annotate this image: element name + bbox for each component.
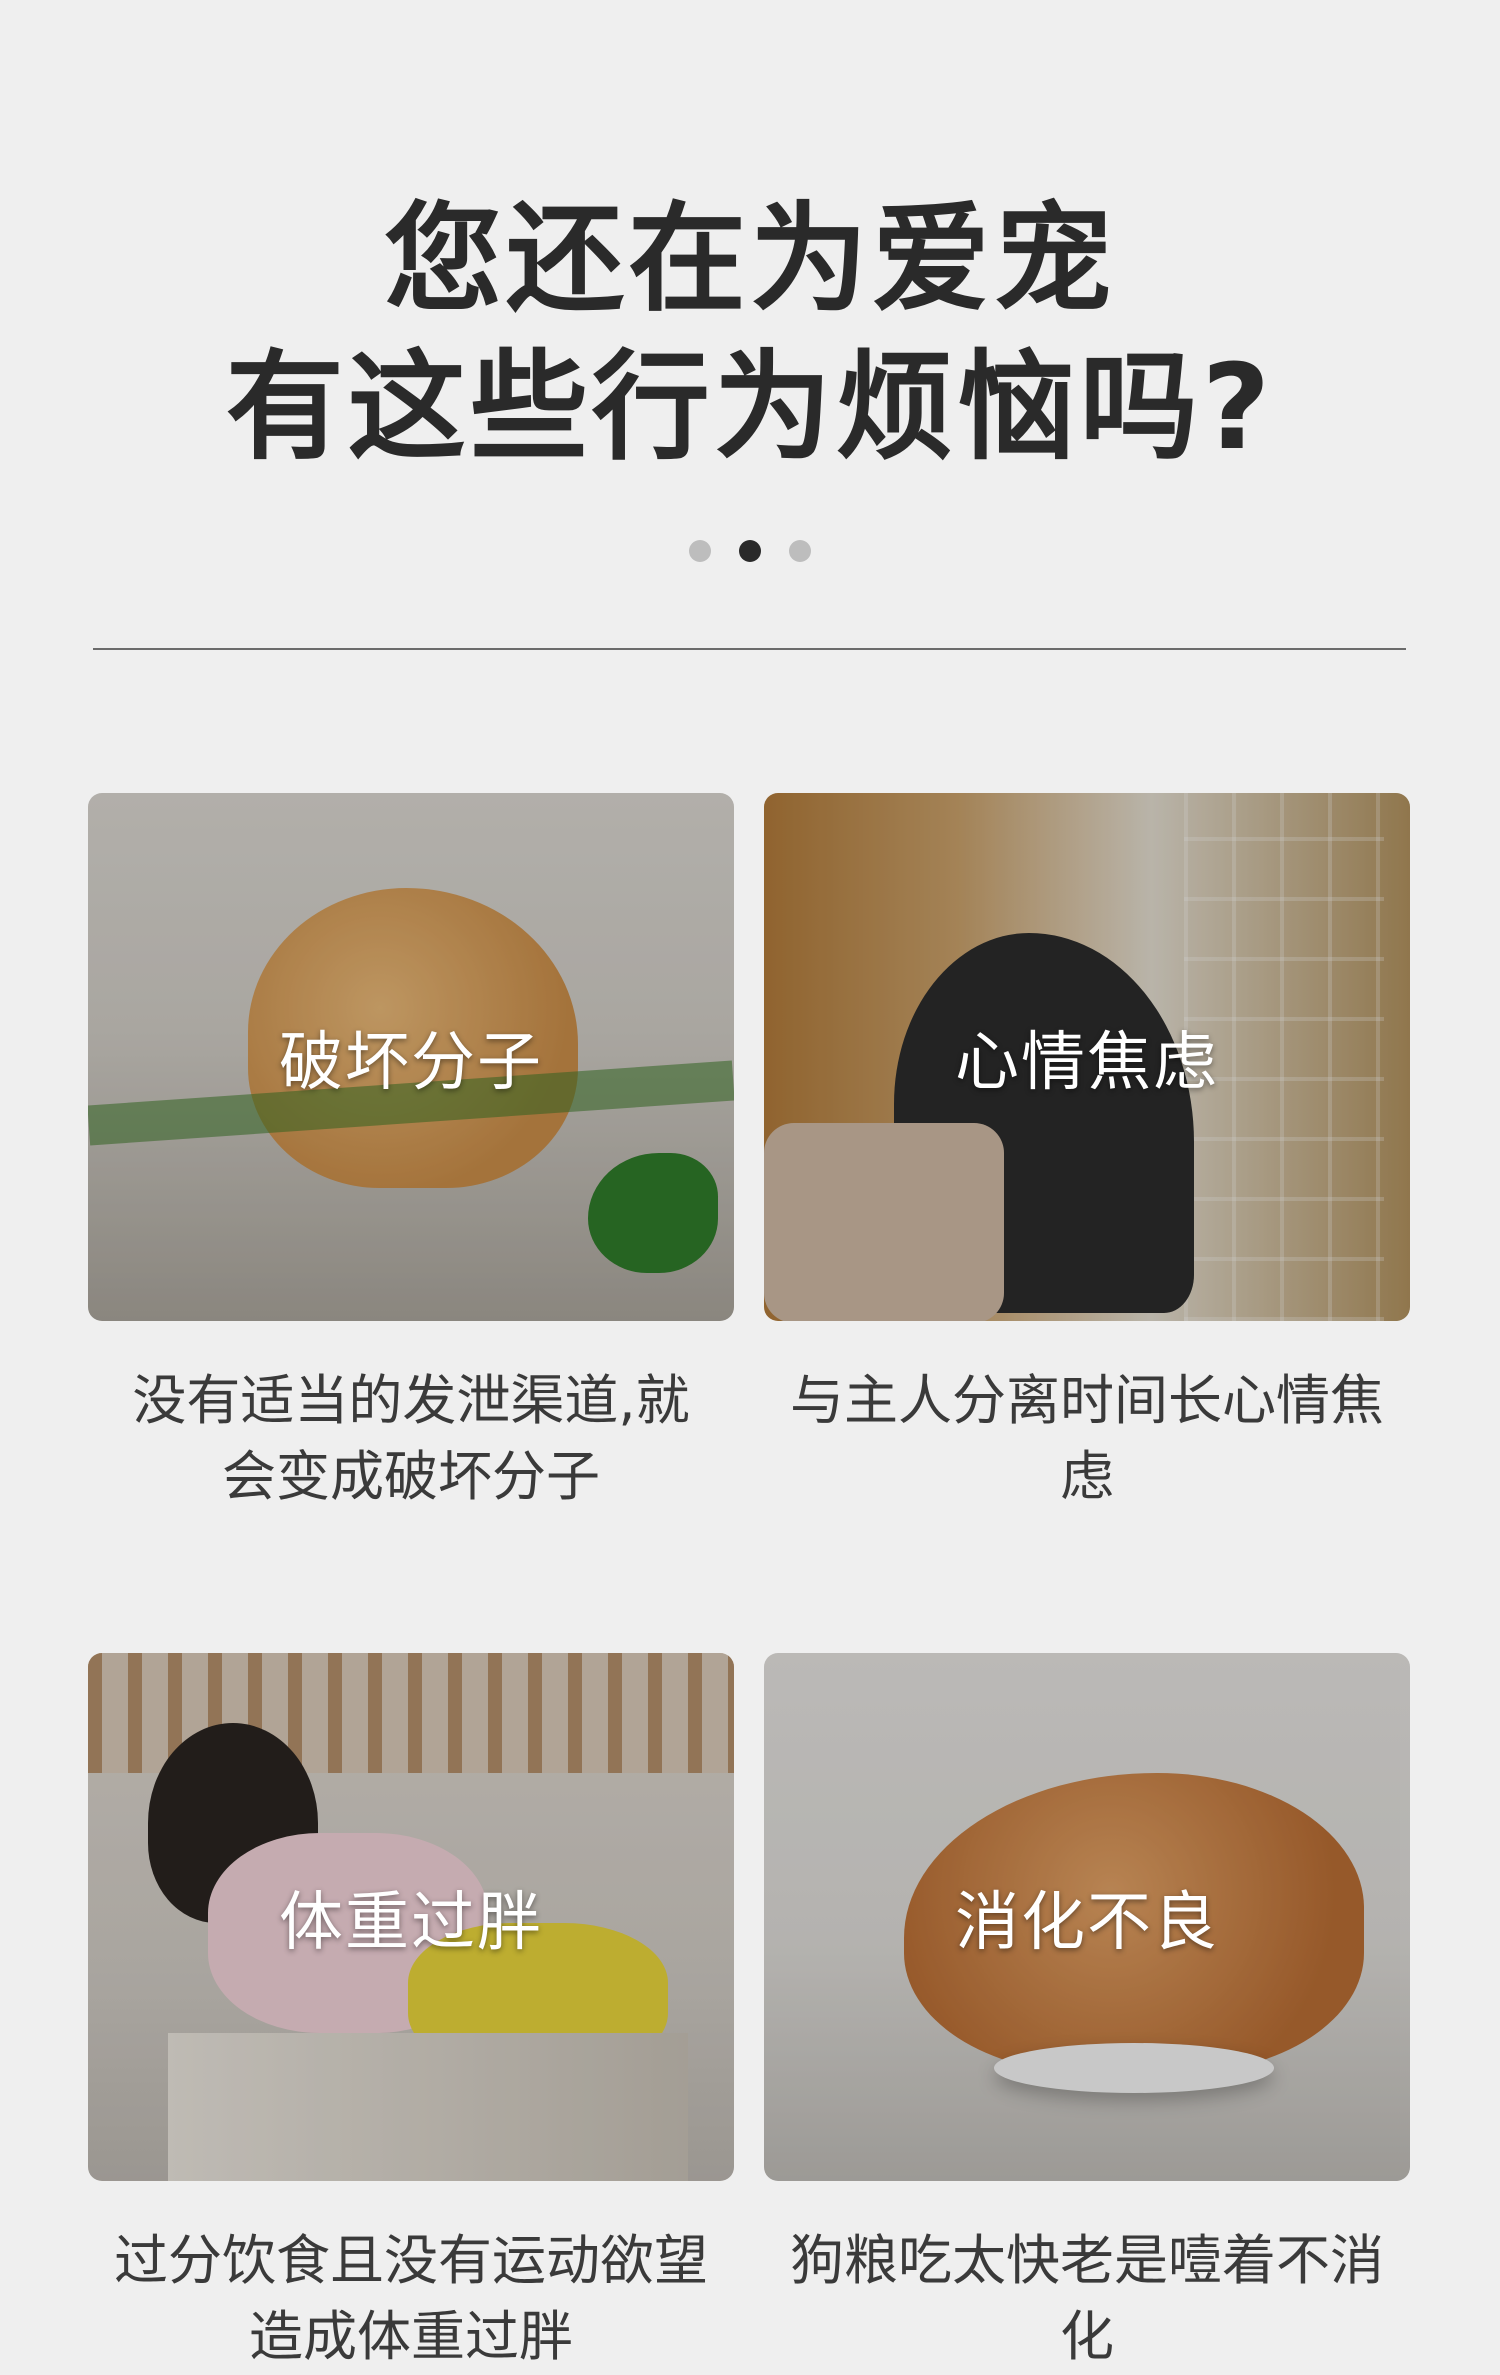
card-image-dachshund-sofa: 体重过胖 [88,1653,734,2181]
card-description: 与主人分离时间长心情焦虑 [790,1369,1384,1508]
card-label: 消化不良 [955,1886,1219,1960]
title-line-1: 您还在为爱宠 [383,190,1116,328]
carousel-indicator [0,540,1500,562]
section-divider [93,648,1406,650]
page-title: 您还在为爱宠 有这些行为烦恼吗? [0,185,1500,481]
carousel-dot-1[interactable] [689,540,711,562]
card-description: 没有适当的发泄渠道,就会变成破坏分子 [132,1369,690,1508]
carousel-dot-3[interactable] [789,540,811,562]
card-label: 体重过胖 [279,1886,543,1960]
card-description: 狗粮吃太快老是噎着不消化 [790,2229,1384,2368]
card-label: 心情焦虑 [955,1026,1219,1100]
card-label: 破坏分子 [279,1026,543,1100]
card-image-golden-retriever-eating: 消化不良 [764,1653,1410,2181]
card-image-dog-window: 心情焦虑 [764,793,1410,1321]
title-line-2: 有这些行为烦恼吗? [225,338,1275,476]
problem-card-destructive[interactable]: 破坏分子 没有适当的发泄渠道,就会变成破坏分子 [88,793,734,1515]
problem-card-anxiety[interactable]: 心情焦虑 与主人分离时间长心情焦虑 [764,793,1410,1515]
problem-card-indigestion[interactable]: 消化不良 狗粮吃太快老是噎着不消化 [764,1653,1410,2375]
carousel-dot-2-active[interactable] [739,540,761,562]
problem-card-overweight[interactable]: 体重过胖 过分饮食且没有运动欲望造成体重过胖 [88,1653,734,2375]
card-description: 过分饮食且没有运动欲望造成体重过胖 [114,2229,708,2368]
card-image-dog-chewing-plant: 破坏分子 [88,793,734,1321]
